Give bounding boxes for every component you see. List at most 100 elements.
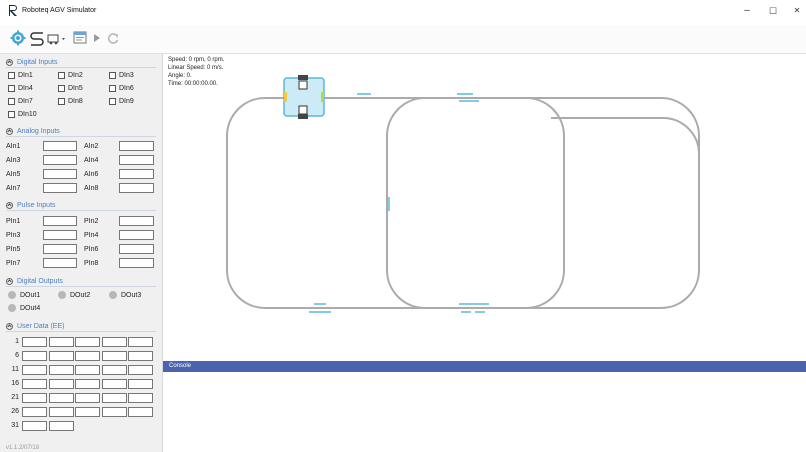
- user-data-cell[interactable]: [48, 379, 74, 389]
- user-data-cell[interactable]: [75, 337, 100, 347]
- section-title: Digital Outputs: [17, 277, 63, 285]
- user-data-cell[interactable]: [22, 393, 47, 403]
- din9-checkbox[interactable]: DIn9: [109, 98, 134, 105]
- user-data-cell[interactable]: [101, 351, 127, 361]
- console-title: Console: [169, 363, 192, 369]
- ain2-field[interactable]: [119, 141, 154, 151]
- pin2-field[interactable]: [119, 216, 154, 226]
- din2-checkbox[interactable]: DIn2: [58, 72, 83, 79]
- time-readout: Time: 00:00:00.00.: [168, 81, 218, 87]
- agv-dropdown-icon[interactable]: [47, 30, 67, 46]
- user-data-cell[interactable]: [22, 379, 47, 389]
- ain7-field[interactable]: [43, 183, 77, 193]
- user-data-row-label: 1: [15, 338, 19, 345]
- track-path-icon[interactable]: [29, 30, 45, 46]
- panel-icon[interactable]: [73, 30, 87, 46]
- user-data-cell[interactable]: [128, 379, 153, 389]
- collapse-icon[interactable]: [6, 322, 13, 330]
- user-data-cell[interactable]: [48, 407, 74, 417]
- user-data-cell[interactable]: [75, 351, 100, 361]
- pin4-field[interactable]: [119, 230, 154, 240]
- dout1-indicator: DOut1: [8, 291, 40, 299]
- user-data-cell[interactable]: [22, 351, 47, 361]
- pin8-label: PIn8: [84, 260, 99, 267]
- sidebar: Digital Inputs DIn1 DIn2 DIn3 DIn4 DIn5 …: [0, 54, 163, 452]
- digital-inputs-header[interactable]: Digital Inputs: [6, 57, 57, 67]
- user-data-cell[interactable]: [101, 365, 127, 375]
- user-data-row-label: 26: [11, 408, 19, 415]
- user-data-cell[interactable]: [48, 337, 74, 347]
- user-data-cell[interactable]: [75, 365, 100, 375]
- user-data-cell[interactable]: [75, 407, 100, 417]
- collapse-icon[interactable]: [6, 58, 13, 66]
- user-data-cell[interactable]: [22, 407, 47, 417]
- user-data-cell[interactable]: [101, 393, 127, 403]
- user-data-cell[interactable]: [48, 393, 74, 403]
- ain4-label: AIn4: [84, 157, 99, 164]
- settings-gear-icon[interactable]: [10, 30, 26, 46]
- ain8-field[interactable]: [119, 183, 154, 193]
- ain5-field[interactable]: [43, 169, 77, 179]
- dout4-indicator: DOut4: [8, 304, 40, 312]
- ain3-field[interactable]: [43, 155, 77, 165]
- pin4-label: PIn4: [84, 232, 99, 239]
- simulation-canvas[interactable]: [163, 54, 806, 360]
- din7-checkbox[interactable]: DIn7: [8, 98, 33, 105]
- pin6-field[interactable]: [119, 244, 154, 254]
- divider: [6, 331, 156, 332]
- user-data-cell[interactable]: [75, 379, 100, 389]
- user-data-cell[interactable]: [75, 393, 100, 403]
- maximize-button[interactable]: ☐: [762, 4, 784, 18]
- pulse-inputs-header[interactable]: Pulse Inputs: [6, 200, 56, 210]
- user-data-cell[interactable]: [128, 407, 153, 417]
- user-data-cell[interactable]: [48, 351, 74, 361]
- pin1-field[interactable]: [43, 216, 77, 226]
- user-data-cell[interactable]: [22, 421, 47, 431]
- toolbar: [0, 25, 806, 54]
- close-button[interactable]: ✕: [786, 4, 806, 18]
- angle-readout: Angle: 0.: [168, 73, 192, 79]
- user-data-cell[interactable]: [101, 337, 127, 347]
- ain4-field[interactable]: [119, 155, 154, 165]
- din3-checkbox[interactable]: DIn3: [109, 72, 134, 79]
- user-data-cell[interactable]: [128, 393, 153, 403]
- section-title: Digital Inputs: [17, 58, 58, 66]
- collapse-icon[interactable]: [6, 277, 13, 285]
- refresh-icon[interactable]: [106, 30, 120, 46]
- led-dot-icon: [8, 291, 16, 299]
- din10-checkbox[interactable]: DIn10: [8, 111, 37, 118]
- din8-checkbox[interactable]: DIn8: [58, 98, 83, 105]
- play-icon[interactable]: [92, 30, 102, 46]
- ain1-field[interactable]: [43, 141, 77, 151]
- console-output[interactable]: [163, 372, 806, 452]
- user-data-cell[interactable]: [101, 407, 127, 417]
- din4-checkbox[interactable]: DIn4: [8, 85, 33, 92]
- collapse-icon[interactable]: [6, 201, 13, 209]
- din6-checkbox[interactable]: DIn6: [109, 85, 134, 92]
- pin7-field[interactable]: [43, 258, 77, 268]
- analog-inputs-header[interactable]: Analog Inputs: [6, 126, 60, 136]
- user-data-cell[interactable]: [128, 351, 153, 361]
- user-data-cell[interactable]: [22, 365, 47, 375]
- pin3-field[interactable]: [43, 230, 77, 240]
- pin5-field[interactable]: [43, 244, 77, 254]
- roboteq-logo-icon: [9, 5, 17, 16]
- title-bar: Roboteq AGV Simulator – ☐ ✕: [0, 0, 806, 22]
- user-data-cell[interactable]: [101, 379, 127, 389]
- collapse-icon[interactable]: [6, 127, 13, 135]
- ain6-field[interactable]: [119, 169, 154, 179]
- din5-checkbox[interactable]: DIn5: [58, 85, 83, 92]
- digital-outputs-header[interactable]: Digital Outputs: [6, 276, 63, 286]
- user-data-cell[interactable]: [128, 337, 153, 347]
- minimize-button[interactable]: –: [736, 4, 758, 18]
- user-data-header[interactable]: User Data (EE): [6, 321, 64, 331]
- user-data-cell[interactable]: [48, 421, 74, 431]
- user-data-cell[interactable]: [48, 365, 74, 375]
- version-label: v1.1.2/07/18: [6, 445, 40, 451]
- section-title: Analog Inputs: [17, 127, 60, 135]
- user-data-cell[interactable]: [128, 365, 153, 375]
- pin8-field[interactable]: [119, 258, 154, 268]
- user-data-cell[interactable]: [22, 337, 47, 347]
- din1-checkbox[interactable]: DIn1: [8, 72, 33, 79]
- ain5-label: AIn5: [6, 171, 21, 178]
